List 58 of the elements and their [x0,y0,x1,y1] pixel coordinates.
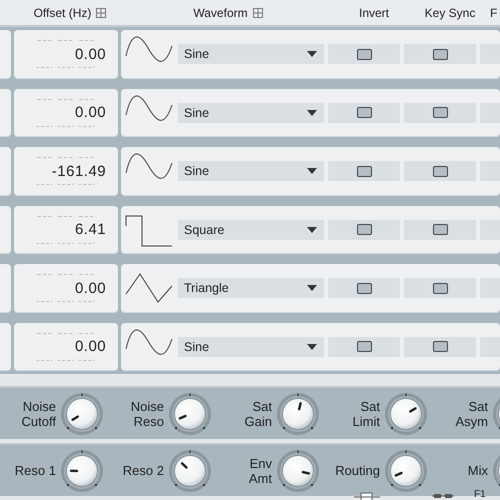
expand-icon [96,8,106,18]
expand-icon [252,8,263,18]
knob[interactable] [168,448,212,492]
key-sync-toggle[interactable] [404,161,476,182]
knob-label: Noise Cutoff [22,398,56,428]
key-sync-toggle[interactable] [404,336,476,357]
caret-icon [306,284,318,292]
caret-icon [306,50,318,58]
knob-label: Reso 1 [14,463,56,478]
key-sync-toggle[interactable] [404,102,476,123]
invert-toggle[interactable] [328,336,400,357]
key-sync-toggle[interactable] [404,278,476,298]
column-header: Key Sync [424,6,476,20]
knob[interactable] [60,448,104,492]
waveform-dropdown[interactable]: Triangle [178,278,324,298]
key-sync-toggle[interactable] [404,220,476,240]
knob-label: Sat Asym [456,398,488,428]
knob[interactable] [384,392,428,436]
knob-label: Env Amt [248,456,272,486]
knob[interactable] [276,392,320,436]
waveform-dropdown[interactable]: Sine [178,44,324,64]
column-header: Invert [358,6,389,20]
knob-label: Sat Limit [352,398,380,428]
knob-label: Routing [335,463,380,478]
invert-toggle[interactable] [328,220,400,240]
knob[interactable] [60,392,104,436]
waveform-dropdown[interactable]: Sine [178,161,324,182]
invert-toggle[interactable] [328,161,400,182]
knob-label: Sat Gain [244,398,272,428]
knob-label: Reso 2 [122,463,164,478]
panel-cell [0,322,12,371]
invert-toggle[interactable] [328,278,400,298]
panel-cell [0,30,12,78]
knob-label: Mix [468,463,488,478]
caret-icon [306,342,318,351]
panel-cell [0,88,12,137]
knob[interactable] [168,392,212,436]
waveform-dropdown[interactable]: Sine [178,102,324,123]
waveform-dropdown[interactable]: Sine [178,336,324,357]
waveform-dropdown[interactable]: Square [178,220,324,240]
parallel-icon [354,492,380,500]
knob[interactable] [384,448,428,492]
column-header: F [490,6,498,20]
panel-cell [0,264,12,312]
invert-toggle[interactable] [328,102,400,123]
knob-sublabel: F1 [474,488,486,500]
serial-icon [432,492,454,498]
knob-label: Noise Reso [130,398,164,428]
column-header: Waveform [193,6,248,20]
knob[interactable] [276,448,320,492]
caret-icon [306,226,318,234]
column-header: Offset (Hz) [34,6,92,20]
panel-cell [0,147,12,196]
panel-cell [0,206,12,254]
caret-icon [306,108,318,117]
key-sync-toggle[interactable] [404,44,476,64]
invert-toggle[interactable] [328,44,400,64]
caret-icon [306,167,318,176]
